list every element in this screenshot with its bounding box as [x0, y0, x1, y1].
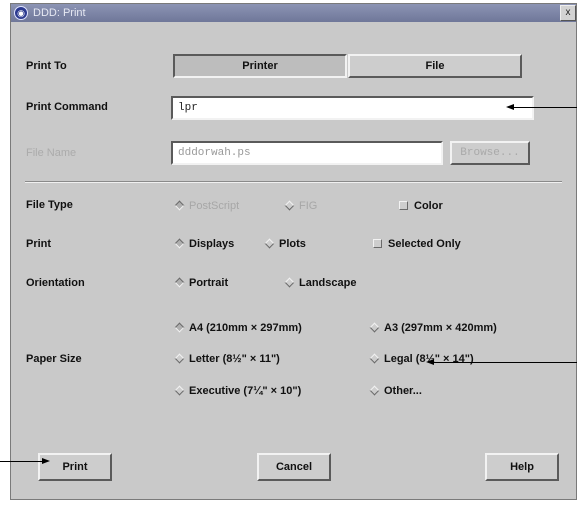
other-radio[interactable]: Other... — [369, 383, 422, 399]
postscript-radio[interactable]: PostScript — [174, 198, 239, 214]
paper-size-label: Paper Size — [26, 353, 82, 365]
orientation-label: Orientation — [26, 277, 85, 289]
landscape-radio[interactable]: Landscape — [284, 275, 356, 291]
color-checkbox[interactable]: Color — [399, 198, 443, 214]
checkbox-icon — [373, 239, 382, 249]
app-icon: ◉ — [14, 6, 28, 20]
radio-diamond-icon — [174, 238, 185, 249]
file-name-input[interactable]: dddorwah.ps — [171, 141, 443, 165]
print-command-input[interactable]: lpr — [171, 96, 534, 120]
radio-diamond-icon — [284, 277, 295, 288]
a3-radio[interactable]: A3 (297mm × 420mm) — [369, 320, 497, 336]
radio-diamond-icon — [174, 277, 185, 288]
radio-diamond-icon — [174, 322, 185, 333]
fig-radio[interactable]: FIG — [284, 198, 317, 214]
a3-label: A3 (297mm × 420mm) — [384, 322, 497, 334]
landscape-label: Landscape — [299, 277, 357, 289]
radio-diamond-icon — [264, 238, 275, 249]
file-type-label: File Type — [26, 199, 73, 211]
portrait-radio[interactable]: Portrait — [174, 275, 228, 291]
callout-arrow-legal — [434, 362, 577, 363]
print-what-label: Print — [26, 238, 52, 250]
file-toggle-button[interactable]: File — [348, 54, 522, 78]
radio-diamond-icon — [174, 385, 185, 396]
help-button[interactable]: Help — [485, 453, 559, 481]
plots-radio[interactable]: Plots — [264, 236, 306, 252]
letter-radio[interactable]: Letter (8½" × 11") — [174, 351, 280, 367]
executive-label: Executive (7¼" × 10") — [189, 385, 302, 397]
close-button[interactable]: x — [560, 5, 576, 21]
printer-toggle-button[interactable]: Printer — [173, 54, 347, 78]
title-bar[interactable]: ◉ DDD: Print x — [11, 4, 576, 22]
color-label: Color — [414, 200, 443, 212]
displays-radio[interactable]: Displays — [174, 236, 234, 252]
browse-button[interactable]: Browse... — [450, 141, 530, 165]
cancel-button[interactable]: Cancel — [257, 453, 331, 481]
file-name-label: File Name — [26, 147, 77, 159]
selected-only-checkbox[interactable]: Selected Only — [373, 236, 461, 252]
print-command-label: Print Command — [26, 101, 108, 113]
executive-radio[interactable]: Executive (7¼" × 10") — [174, 383, 301, 399]
fig-label: FIG — [299, 200, 318, 212]
checkbox-icon — [399, 201, 408, 211]
a4-label: A4 (210mm × 297mm) — [189, 322, 302, 334]
radio-diamond-icon — [369, 385, 380, 396]
displays-label: Displays — [189, 238, 235, 250]
arrowhead-left-icon — [506, 104, 514, 110]
print-dialog: ◉ DDD: Print x Print To Printer File Pri… — [10, 3, 577, 500]
radio-diamond-icon — [284, 200, 295, 211]
callout-arrow-print-command — [514, 107, 577, 108]
radio-diamond-icon — [369, 322, 380, 333]
window-title: DDD: Print — [33, 7, 86, 19]
print-to-label: Print To — [26, 60, 67, 72]
radio-diamond-icon — [369, 353, 380, 364]
selected-only-label: Selected Only — [388, 238, 461, 250]
other-label: Other... — [384, 385, 422, 397]
separator — [25, 181, 562, 183]
letter-label: Letter (8½" × 11") — [189, 353, 280, 365]
portrait-label: Portrait — [189, 277, 229, 289]
radio-diamond-icon — [174, 353, 185, 364]
radio-diamond-icon — [174, 200, 185, 211]
legal-radio[interactable]: Legal (8½" × 14") — [369, 351, 474, 367]
arrowhead-right-icon — [42, 458, 50, 464]
postscript-label: PostScript — [189, 200, 240, 212]
arrowhead-left-icon — [426, 359, 434, 365]
callout-arrow-print-button — [0, 461, 44, 462]
a4-radio[interactable]: A4 (210mm × 297mm) — [174, 320, 302, 336]
plots-label: Plots — [279, 238, 306, 250]
